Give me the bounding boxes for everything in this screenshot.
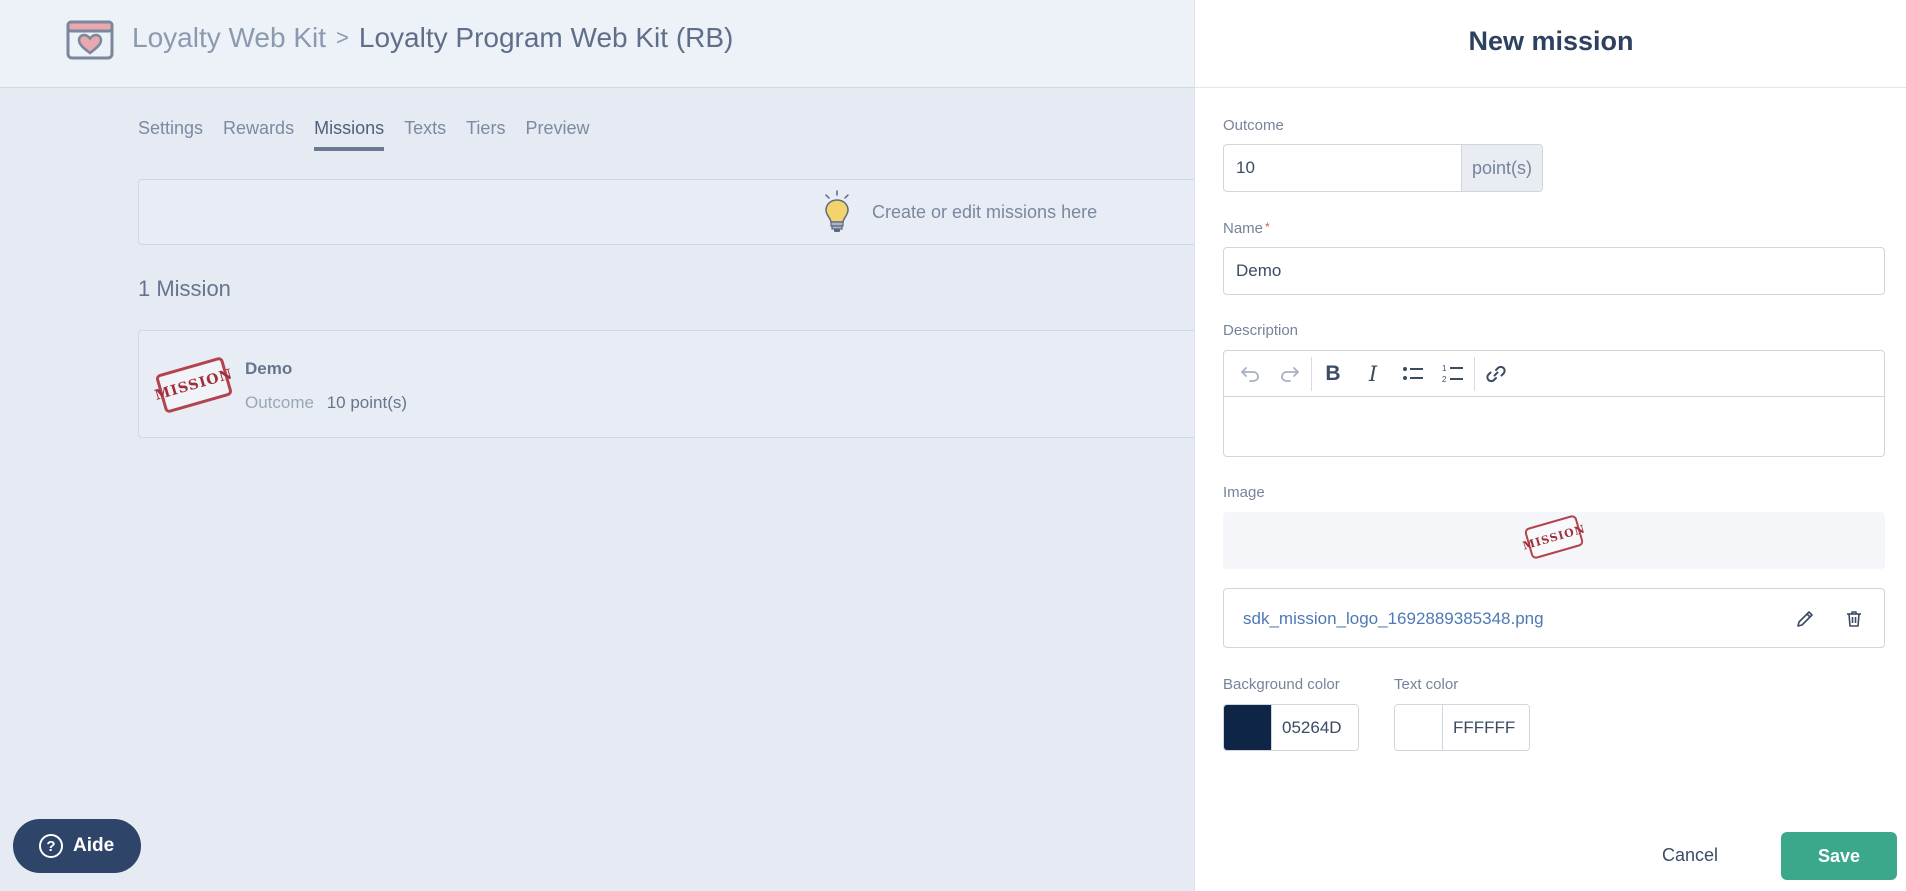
link-icon[interactable] [1476, 358, 1516, 390]
italic-icon[interactable]: I [1353, 358, 1393, 390]
tab-rewards[interactable]: Rewards [223, 118, 294, 151]
tip-text: Create or edit missions here [872, 202, 1098, 222]
toolbar-divider [1311, 356, 1312, 391]
background-color-label: Background color [1223, 676, 1340, 693]
help-circle-icon: ? [39, 834, 63, 858]
svg-text:1: 1 [1442, 364, 1447, 373]
image-label: Image [1223, 484, 1265, 501]
outcome-unit-addon: point(s) [1462, 144, 1544, 192]
pencil-icon[interactable] [1792, 606, 1818, 632]
outcome-field-group: point(s) [1223, 144, 1544, 192]
tab-settings[interactable]: Settings [138, 118, 203, 151]
mission-stamp-preview: MISSION [1521, 514, 1587, 560]
background-color-swatch[interactable] [1224, 705, 1272, 750]
breadcrumb-parent-link[interactable]: Loyalty Web Kit [132, 22, 326, 54]
mission-outcome: Outcome 10 point(s) [245, 393, 407, 413]
tab-preview[interactable]: Preview [525, 118, 589, 151]
toolbar-divider [1474, 356, 1475, 391]
description-editor: B I 12 [1223, 350, 1885, 457]
mission-outcome-label: Outcome [245, 393, 314, 412]
name-label-text: Name [1223, 220, 1264, 237]
lightbulb-icon [825, 190, 849, 232]
outcome-input[interactable] [1223, 144, 1462, 192]
trash-icon[interactable] [1841, 606, 1867, 632]
bold-icon[interactable]: B [1313, 358, 1353, 390]
mission-name: Demo [245, 359, 293, 378]
uploaded-file-link[interactable]: sdk_mission_logo_1692889385348.png [1243, 609, 1544, 629]
tab-missions[interactable]: Missions [314, 118, 385, 151]
save-button[interactable]: Save [1781, 832, 1897, 880]
tab-tiers[interactable]: Tiers [466, 118, 505, 151]
redo-icon[interactable] [1270, 358, 1310, 390]
bullet-list-icon[interactable] [1393, 358, 1433, 390]
tab-bar: Settings Rewards Missions Texts Tiers Pr… [138, 118, 609, 151]
text-color-swatch[interactable] [1395, 705, 1443, 750]
breadcrumb-current: Loyalty Program Web Kit (RB) [358, 22, 734, 53]
new-mission-panel: New mission Outcome point(s) Name* Descr… [1194, 0, 1906, 891]
text-color-input[interactable] [1443, 705, 1529, 750]
editor-toolbar: B I 12 [1224, 351, 1884, 397]
help-button[interactable]: ? Aide [13, 819, 141, 873]
missions-count-heading: 1 Mission [138, 276, 231, 301]
background-color-input[interactable] [1272, 705, 1358, 750]
mission-stamp-image: MISSION [153, 356, 235, 414]
mission-outcome-value: 10 point(s) [326, 393, 408, 412]
text-color-field [1394, 704, 1530, 751]
text-color-label: Text color [1394, 676, 1459, 693]
name-label: Name * [1223, 220, 1270, 237]
loyalty-app-logo-icon [66, 20, 114, 60]
panel-title: New mission [1195, 0, 1906, 88]
background-color-field [1223, 704, 1359, 751]
svg-text:2: 2 [1442, 375, 1447, 384]
required-marker: * [1265, 220, 1270, 234]
numbered-list-icon[interactable]: 12 [1433, 358, 1473, 390]
undo-icon[interactable] [1230, 358, 1270, 390]
cancel-button[interactable]: Cancel [1635, 832, 1745, 878]
uploaded-file-row: sdk_mission_logo_1692889385348.png [1223, 588, 1885, 648]
help-button-label: Aide [73, 835, 115, 856]
name-input[interactable] [1223, 247, 1885, 295]
outcome-label: Outcome [1223, 117, 1284, 134]
image-preview: MISSION [1223, 512, 1885, 569]
description-label: Description [1223, 322, 1299, 339]
chevron-right-icon: > [336, 25, 349, 50]
breadcrumb: Loyalty Web Kit > Loyalty Program Web Ki… [132, 22, 733, 54]
tab-texts[interactable]: Texts [404, 118, 446, 151]
